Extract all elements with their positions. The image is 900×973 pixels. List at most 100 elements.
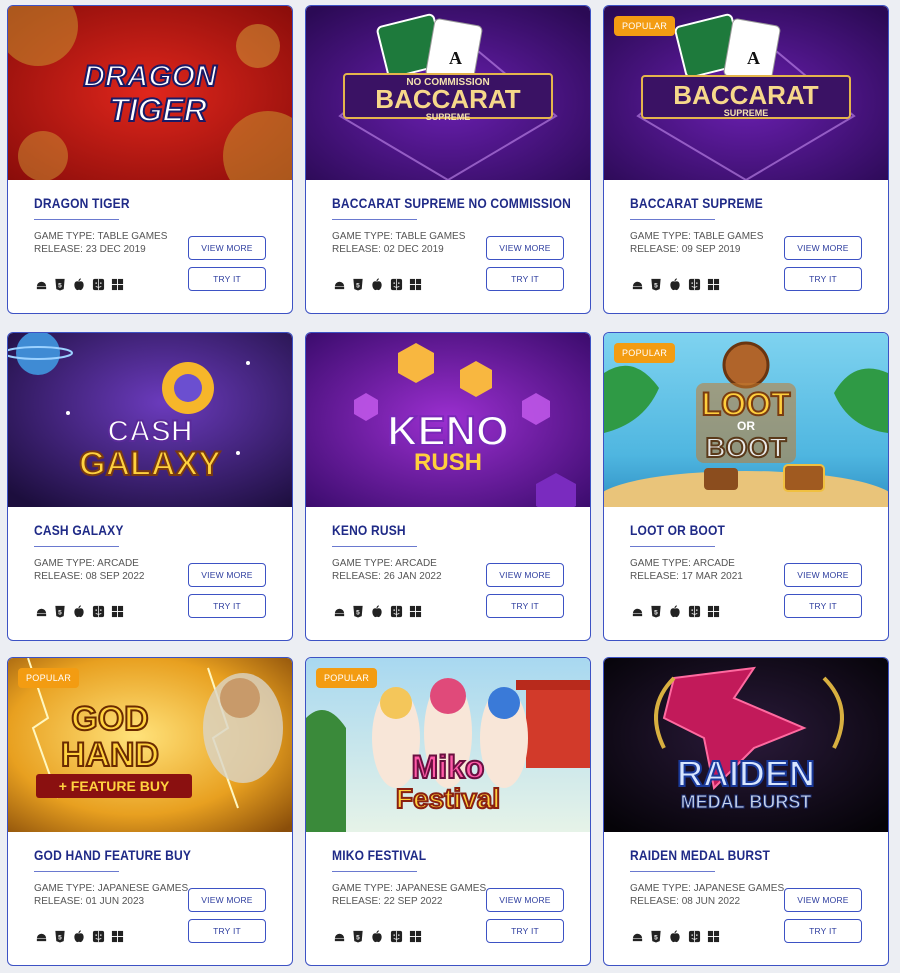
android-icon bbox=[630, 277, 644, 291]
html5-icon: 5 bbox=[53, 604, 67, 618]
try-it-button[interactable]: TRY IT bbox=[188, 594, 266, 618]
art-text-line1: DRAGON bbox=[83, 60, 218, 93]
game-thumbnail[interactable]: A BACCARAT SUPREME POPULAR bbox=[604, 6, 888, 180]
game-card: DRAGON TIGER DRAGON TIGER GAME TYPE: TAB… bbox=[7, 5, 293, 314]
art-text-line1: BACCARAT bbox=[673, 80, 819, 110]
game-card: RAIDEN MEDAL BURST RAIDEN MEDAL BURST GA… bbox=[603, 657, 889, 966]
game-thumbnail[interactable]: Miko Festival POPULAR bbox=[306, 658, 590, 832]
game-title: GOD HAND FEATURE BUY bbox=[34, 847, 192, 863]
android-icon bbox=[332, 929, 346, 943]
game-meta: GAME TYPE: TABLE GAMES RELEASE: 23 DEC 2… bbox=[34, 230, 167, 256]
try-it-button[interactable]: TRY IT bbox=[784, 919, 862, 943]
view-more-button[interactable]: VIEW MORE bbox=[486, 563, 564, 587]
release-label: RELEASE: bbox=[34, 571, 86, 582]
game-info: GOD HAND FEATURE BUY GAME TYPE: JAPANESE… bbox=[8, 832, 292, 965]
game-thumbnail[interactable]: GOD HAND + FEATURE BUY POPULAR bbox=[8, 658, 292, 832]
game-thumbnail[interactable]: LOOT OR BOOT POPULAR bbox=[604, 333, 888, 507]
view-more-button[interactable]: VIEW MORE bbox=[486, 236, 564, 260]
view-more-button[interactable]: VIEW MORE bbox=[784, 888, 862, 912]
android-icon bbox=[630, 604, 644, 618]
try-it-button[interactable]: TRY IT bbox=[188, 919, 266, 943]
windows-icon bbox=[110, 929, 124, 943]
release-value: 26 JAN 2022 bbox=[383, 571, 442, 582]
release-label: RELEASE: bbox=[630, 896, 682, 907]
art-text-line2: SUPREME bbox=[724, 108, 769, 118]
game-type-value: ARCADE bbox=[395, 558, 437, 569]
try-it-button[interactable]: TRY IT bbox=[486, 594, 564, 618]
android-icon bbox=[34, 277, 48, 291]
game-meta: GAME TYPE: TABLE GAMES RELEASE: 09 SEP 2… bbox=[630, 230, 763, 256]
view-more-button[interactable]: VIEW MORE bbox=[188, 563, 266, 587]
windows-icon bbox=[408, 604, 422, 618]
view-more-button[interactable]: VIEW MORE bbox=[188, 888, 266, 912]
game-type-value: TABLE GAMES bbox=[395, 231, 466, 242]
game-info: CASH GALAXY GAME TYPE: ARCADE RELEASE: 0… bbox=[8, 507, 292, 640]
popular-badge: POPULAR bbox=[614, 16, 676, 36]
title-underline bbox=[630, 546, 715, 547]
art-text-line1: GOD bbox=[71, 700, 148, 738]
game-type-label: GAME TYPE: bbox=[34, 883, 98, 894]
mac-finder-icon bbox=[91, 277, 105, 291]
mac-finder-icon bbox=[687, 604, 701, 618]
art-text-line1: RAIDEN bbox=[677, 753, 815, 794]
svg-text:5: 5 bbox=[58, 609, 62, 616]
release-value: 17 MAR 2021 bbox=[681, 571, 743, 582]
game-card: LOOT OR BOOT POPULAR LOOT OR BOOT GAME T… bbox=[603, 332, 889, 641]
apple-icon bbox=[668, 604, 682, 618]
game-card: Miko Festival POPULAR MIKO FESTIVAL GAME… bbox=[305, 657, 591, 966]
svg-text:A: A bbox=[449, 48, 462, 68]
game-thumbnail[interactable]: A NO COMMISSION BACCARAT SUPREME bbox=[306, 6, 590, 180]
android-icon bbox=[34, 929, 48, 943]
release-label: RELEASE: bbox=[34, 896, 86, 907]
apple-icon bbox=[668, 277, 682, 291]
try-it-button[interactable]: TRY IT bbox=[486, 919, 564, 943]
svg-text:A: A bbox=[747, 48, 760, 68]
game-info: MIKO FESTIVAL GAME TYPE: JAPANESE GAMES … bbox=[306, 832, 590, 965]
game-title: MIKO FESTIVAL bbox=[332, 847, 427, 863]
html5-icon: 5 bbox=[351, 929, 365, 943]
release-value: 23 DEC 2019 bbox=[85, 244, 146, 255]
game-type-label: GAME TYPE: bbox=[332, 231, 396, 242]
view-more-button[interactable]: VIEW MORE bbox=[784, 563, 862, 587]
game-thumbnail[interactable]: CASH GALAXY bbox=[8, 333, 292, 507]
game-thumbnail[interactable]: RAIDEN MEDAL BURST bbox=[604, 658, 888, 832]
games-grid: DRAGON TIGER DRAGON TIGER GAME TYPE: TAB… bbox=[0, 0, 900, 973]
html5-icon: 5 bbox=[649, 277, 663, 291]
try-it-button[interactable]: TRY IT bbox=[784, 267, 862, 291]
art-text-line1: LOOT bbox=[702, 386, 791, 422]
platform-icons: 5 bbox=[34, 604, 124, 618]
view-more-button[interactable]: VIEW MORE bbox=[486, 888, 564, 912]
android-icon bbox=[332, 604, 346, 618]
html5-icon: 5 bbox=[649, 604, 663, 618]
view-more-button[interactable]: VIEW MORE bbox=[188, 236, 266, 260]
art-text-line3: + FEATURE BUY bbox=[59, 778, 170, 794]
mac-finder-icon bbox=[389, 929, 403, 943]
platform-icons: 5 bbox=[34, 277, 124, 291]
try-it-button[interactable]: TRY IT bbox=[188, 267, 266, 291]
platform-icons: 5 bbox=[332, 277, 422, 291]
title-underline bbox=[332, 219, 417, 220]
title-underline bbox=[332, 871, 417, 872]
mac-finder-icon bbox=[91, 604, 105, 618]
release-label: RELEASE: bbox=[34, 244, 86, 255]
try-it-button[interactable]: TRY IT bbox=[784, 594, 862, 618]
html5-icon: 5 bbox=[53, 277, 67, 291]
try-it-button[interactable]: TRY IT bbox=[486, 267, 564, 291]
game-info: BACCARAT SUPREME GAME TYPE: TABLE GAMES … bbox=[604, 180, 888, 313]
game-thumbnail[interactable]: DRAGON TIGER bbox=[8, 6, 292, 180]
game-type-value: JAPANESE GAMES bbox=[693, 883, 785, 894]
view-more-button[interactable]: VIEW MORE bbox=[784, 236, 862, 260]
release-value: 08 JUN 2022 bbox=[681, 896, 741, 907]
platform-icons: 5 bbox=[34, 929, 124, 943]
game-type-label: GAME TYPE: bbox=[34, 231, 98, 242]
game-type-label: GAME TYPE: bbox=[630, 883, 694, 894]
game-type-label: GAME TYPE: bbox=[630, 231, 694, 242]
game-thumbnail[interactable]: KENO RUSH bbox=[306, 333, 590, 507]
windows-icon bbox=[706, 277, 720, 291]
apple-icon bbox=[370, 604, 384, 618]
art-text-line2: MEDAL BURST bbox=[681, 792, 812, 812]
release-label: RELEASE: bbox=[332, 571, 384, 582]
game-info: LOOT OR BOOT GAME TYPE: ARCADE RELEASE: … bbox=[604, 507, 888, 640]
html5-icon: 5 bbox=[53, 929, 67, 943]
popular-badge: POPULAR bbox=[316, 668, 378, 688]
